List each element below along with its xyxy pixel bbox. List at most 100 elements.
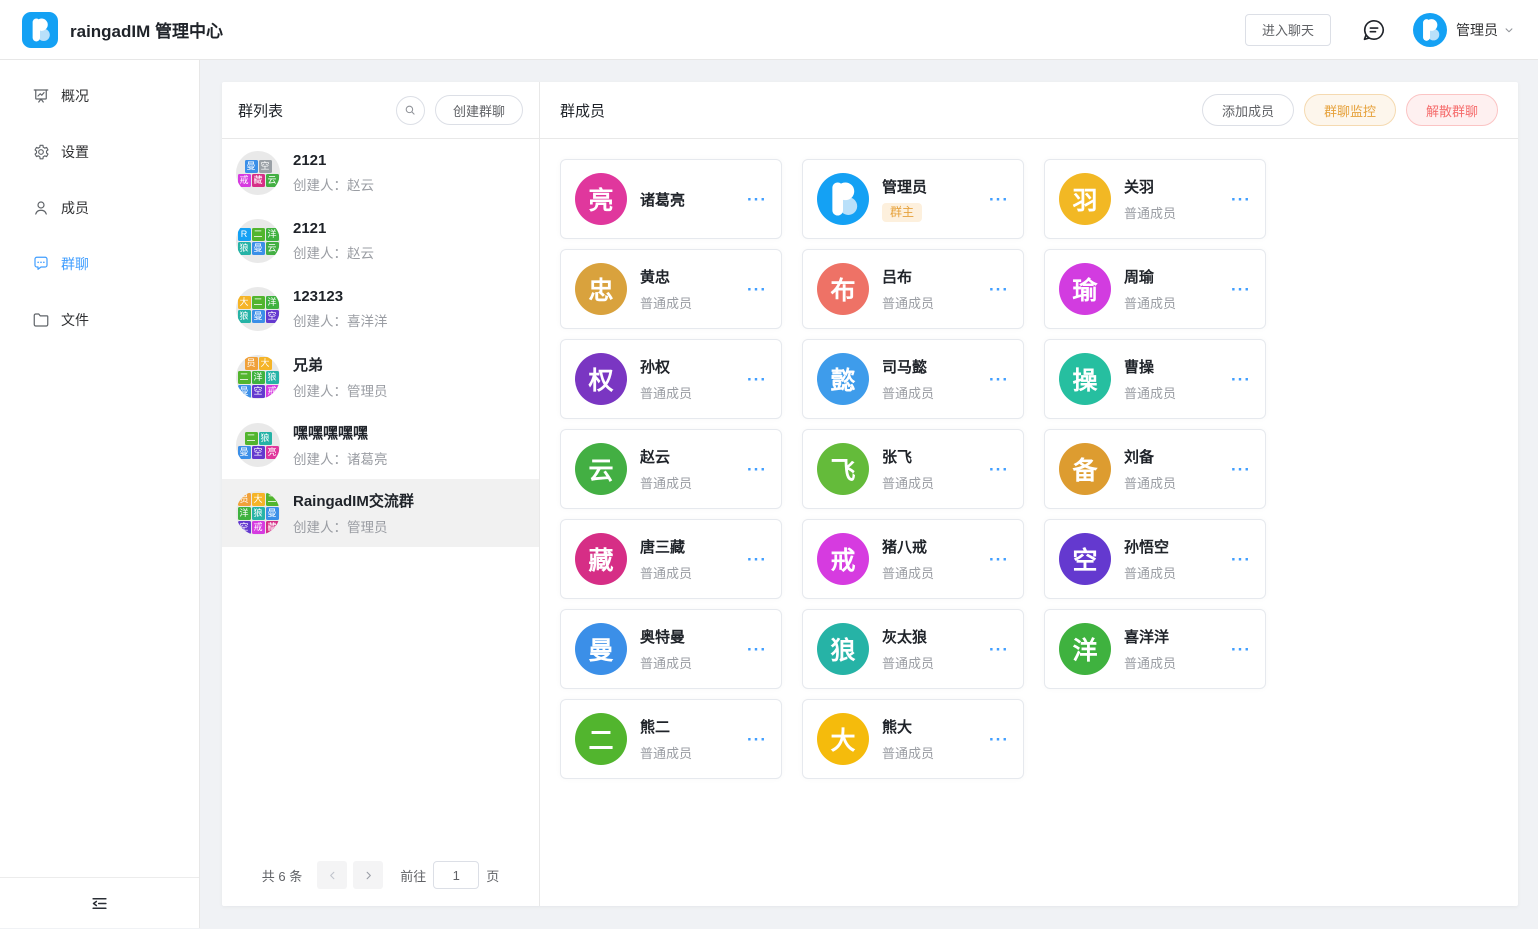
pagination-total: 共 6 条 (262, 866, 302, 885)
group-list-item[interactable]: 员大二洋狼曼空戒藏 RaingadIM交流群 创建人：管理员 (222, 479, 539, 547)
group-list-item[interactable]: R二洋狼曼云 2121 创建人：赵云 (222, 207, 539, 275)
member-avatar-logo (817, 173, 869, 225)
sidebar-item-members[interactable]: 成员 (0, 180, 199, 236)
group-avatar-tile: 狼 (252, 507, 265, 520)
prev-page-button[interactable] (317, 861, 347, 889)
member-role: 普通成员 (1124, 203, 1231, 222)
group-avatar-tile: 二 (252, 228, 265, 241)
group-monitor-button[interactable]: 群聊监控 (1304, 94, 1396, 126)
group-list-item[interactable]: 员大二洋狼曼空戒 兄弟 创建人：管理员 (222, 343, 539, 411)
sidebar-item-files[interactable]: 文件 (0, 292, 199, 348)
more-actions-button[interactable]: ··· (1231, 191, 1251, 208)
more-actions-button[interactable]: ··· (989, 551, 1009, 568)
group-avatar-tile: 曼 (238, 385, 251, 398)
sidebar-item-settings[interactable]: 设置 (0, 124, 199, 180)
more-actions-button[interactable]: ··· (989, 461, 1009, 478)
member-name: 熊二 (640, 716, 747, 737)
group-name: 嘿嘿嘿嘿嘿 (293, 422, 388, 443)
members-panel-actions: 添加成员 群聊监控 解散群聊 (1202, 94, 1498, 126)
user-menu[interactable]: 管理员 (1413, 13, 1516, 47)
main-area: 群列表 创建群聊 曼空戒藏云 2121 创建人：赵云 R二洋狼曼云 2121 创… (200, 60, 1538, 928)
group-avatar-tile: 大 (259, 357, 272, 370)
member-card: 狼 灰太狼 普通成员 ··· (802, 609, 1024, 689)
create-group-button[interactable]: 创建群聊 (435, 95, 523, 125)
user-icon (32, 199, 50, 217)
more-actions-button[interactable]: ··· (989, 191, 1009, 208)
more-actions-button[interactable]: ··· (989, 371, 1009, 388)
group-avatar-tile: 曼 (245, 160, 258, 173)
group-avatar-tile: 曼 (238, 446, 251, 459)
group-avatar-tile: 洋 (266, 228, 279, 241)
group-name: 2121 (293, 220, 374, 237)
search-button[interactable] (396, 96, 425, 125)
group-creator: 创建人：管理员 (293, 380, 388, 400)
group-list: 曼空戒藏云 2121 创建人：赵云 R二洋狼曼云 2121 创建人：赵云 大二洋… (222, 139, 539, 844)
group-avatar-tile: 洋 (238, 507, 251, 520)
more-actions-button[interactable]: ··· (1231, 461, 1251, 478)
member-role: 普通成员 (1124, 473, 1231, 492)
member-avatar: 权 (575, 353, 627, 405)
add-member-button[interactable]: 添加成员 (1202, 94, 1294, 126)
enter-chat-button[interactable]: 进入聊天 (1245, 14, 1331, 46)
group-avatar-tile: 曼 (252, 242, 265, 255)
member-card: 洋 喜洋洋 普通成员 ··· (1044, 609, 1266, 689)
more-actions-button[interactable]: ··· (1231, 641, 1251, 658)
member-avatar: 戒 (817, 533, 869, 585)
group-panel-actions: 创建群聊 (396, 95, 523, 125)
group-avatar-tile: 洋 (266, 296, 279, 309)
member-role: 普通成员 (882, 473, 989, 492)
more-actions-button[interactable]: ··· (747, 641, 767, 658)
group-panel-header: 群列表 创建群聊 (222, 82, 539, 139)
sidebar-nav: 概况 设置 成员 群聊 文件 (0, 60, 199, 348)
group-avatar-tile: 狼 (266, 371, 279, 384)
group-creator: 创建人：赵云 (293, 174, 374, 194)
more-actions-button[interactable]: ··· (1231, 281, 1251, 298)
page-number-input[interactable] (433, 861, 479, 889)
member-name: 司马懿 (882, 356, 989, 377)
member-card: 忠 黄忠 普通成员 ··· (560, 249, 782, 329)
member-name: 孙权 (640, 356, 747, 377)
group-avatar-tile: 洋 (252, 371, 265, 384)
sidebar-item-groupchat[interactable]: 群聊 (0, 236, 199, 292)
message-bubble-icon[interactable] (1361, 17, 1387, 43)
member-avatar: 二 (575, 713, 627, 765)
group-list-item[interactable]: 大二洋狼曼空 123123 创建人：喜洋洋 (222, 275, 539, 343)
next-page-button[interactable] (353, 861, 383, 889)
group-avatar-tile: 空 (259, 160, 272, 173)
folder-icon (32, 311, 50, 329)
more-actions-button[interactable]: ··· (747, 731, 767, 748)
more-actions-button[interactable]: ··· (989, 281, 1009, 298)
pagination-unit-label: 页 (486, 866, 499, 885)
group-avatar-tile: 员 (238, 493, 251, 506)
more-actions-button[interactable]: ··· (1231, 371, 1251, 388)
members-panel-header: 群成员 添加成员 群聊监控 解散群聊 (540, 82, 1518, 139)
group-list-item[interactable]: 曼空戒藏云 2121 创建人：赵云 (222, 139, 539, 207)
more-actions-button[interactable]: ··· (747, 551, 767, 568)
group-list-item[interactable]: 二狼曼空亮 嘿嘿嘿嘿嘿 创建人：诸葛亮 (222, 411, 539, 479)
more-actions-button[interactable]: ··· (747, 281, 767, 298)
group-name: 2121 (293, 152, 374, 169)
more-actions-button[interactable]: ··· (1231, 551, 1251, 568)
sidebar-item-label: 文件 (61, 310, 89, 330)
group-avatar-tile: 二 (252, 296, 265, 309)
member-role: 普通成员 (882, 383, 989, 402)
more-actions-button[interactable]: ··· (747, 371, 767, 388)
more-actions-button[interactable]: ··· (989, 731, 1009, 748)
member-card: 布 吕布 普通成员 ··· (802, 249, 1024, 329)
member-card: 亮 诸葛亮 ··· (560, 159, 782, 239)
collapse-sidebar-icon[interactable] (90, 894, 109, 913)
more-actions-button[interactable]: ··· (989, 641, 1009, 658)
group-avatar-tile: 空 (266, 310, 279, 323)
member-card: 云 赵云 普通成员 ··· (560, 429, 782, 509)
group-avatar-tile: 亮 (266, 446, 279, 459)
group-avatar-tile: 戒 (266, 385, 279, 398)
sidebar-item-overview[interactable]: 概况 (0, 68, 199, 124)
member-avatar: 曼 (575, 623, 627, 675)
member-role: 普通成员 (882, 563, 989, 582)
dashboard-icon (32, 87, 50, 105)
more-actions-button[interactable]: ··· (747, 191, 767, 208)
gear-icon (32, 143, 50, 161)
app-logo-icon (22, 12, 58, 48)
more-actions-button[interactable]: ··· (747, 461, 767, 478)
disband-group-button[interactable]: 解散群聊 (1406, 94, 1498, 126)
